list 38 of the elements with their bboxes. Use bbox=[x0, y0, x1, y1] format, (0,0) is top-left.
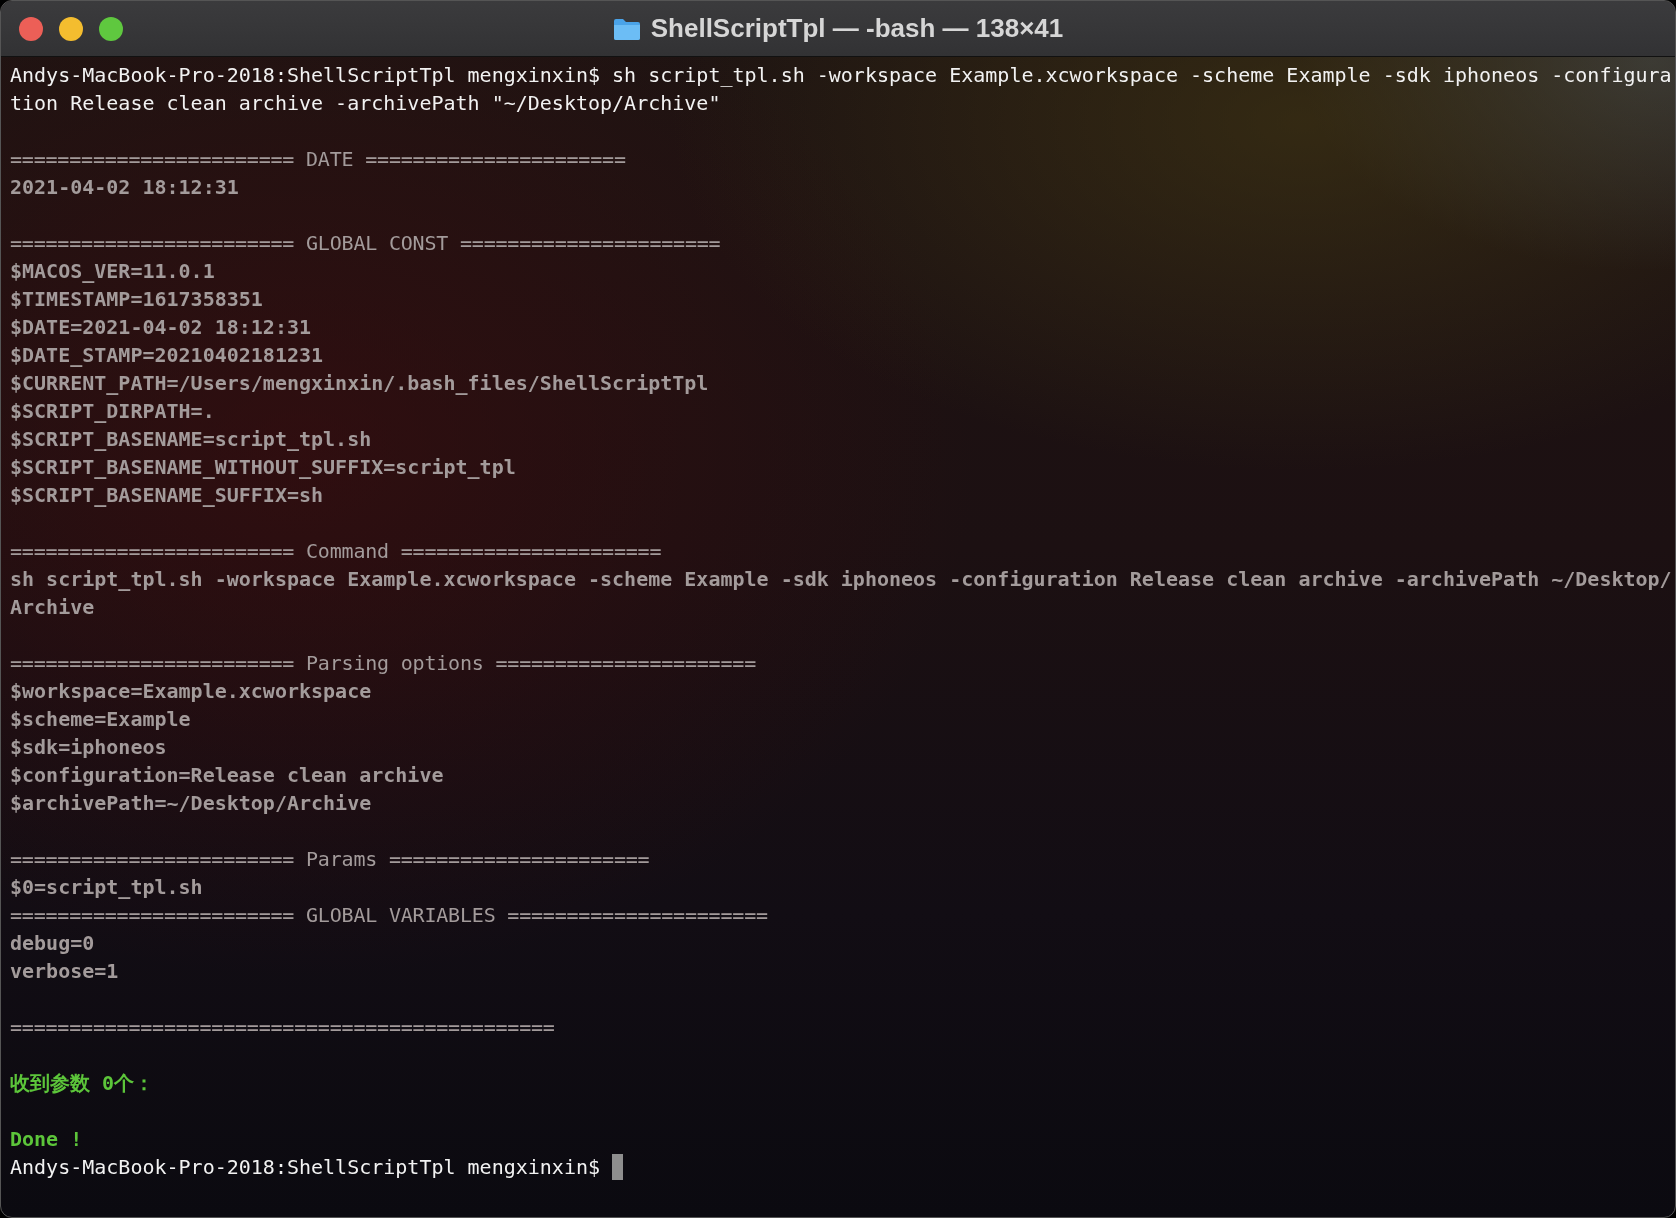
output-line: $SCRIPT_BASENAME_SUFFIX=sh bbox=[10, 482, 324, 509]
separator-line: ======================== Params ====================== bbox=[10, 846, 650, 873]
output-line: $CURRENT_PATH=/Users/mengxinxin/.bash_files/ShellScriptTpl bbox=[10, 370, 709, 397]
success-message: Done ! bbox=[10, 1126, 83, 1153]
success-message: 收到参数 0个： bbox=[10, 1070, 155, 1097]
output-line: $MACOS_VER=11.0.1 bbox=[10, 258, 215, 285]
output-line: $DATE_STAMP=20210402181231 bbox=[10, 342, 324, 369]
separator-line: ======================== GLOBAL CONST ====================== bbox=[10, 230, 721, 257]
output-line: $DATE=2021-04-02 18:12:31 bbox=[10, 314, 312, 341]
output-line: $sdk=iphoneos bbox=[10, 734, 167, 761]
zoom-button[interactable] bbox=[99, 17, 123, 41]
output-line: $SCRIPT_DIRPATH=. bbox=[10, 398, 215, 425]
output-line: sh script_tpl.sh -workspace Example.xcworkspace -scheme Example -sdk iphoneos -configuration Release clean archive -archivePath ~/Desktop/ bbox=[10, 566, 1672, 593]
output-line: 2021-04-02 18:12:31 bbox=[10, 174, 239, 201]
command-line: Andys-MacBook-Pro-2018:ShellScriptTpl mengxinxin$ sh script_tpl.sh -workspace Example.xcworkspace -scheme Example -sdk iphoneos -configura bbox=[10, 62, 1672, 89]
close-button[interactable] bbox=[19, 17, 43, 41]
output-line: $SCRIPT_BASENAME_WITHOUT_SUFFIX=script_tpl bbox=[10, 454, 516, 481]
separator-line: ======================== DATE ====================== bbox=[10, 146, 626, 173]
folder-icon bbox=[612, 16, 641, 41]
separator-line: ======================== Command ====================== bbox=[10, 538, 662, 565]
separator-line: ============================================== bbox=[10, 1014, 555, 1041]
output-line: $TIMESTAMP=1617358351 bbox=[10, 286, 263, 313]
output-line: $0=script_tpl.sh bbox=[10, 874, 203, 901]
separator-line: ======================== GLOBAL VARIABLES ====================== bbox=[10, 902, 768, 929]
command-line: tion Release clean archive -archivePath "~/Desktop/Archive" bbox=[10, 90, 721, 117]
output-line: $workspace=Example.xcworkspace bbox=[10, 678, 372, 705]
separator-line: ======================== Parsing options ====================== bbox=[10, 650, 756, 677]
output-line: Archive bbox=[10, 594, 95, 621]
output-line: $scheme=Example bbox=[10, 706, 191, 733]
output-line: $SCRIPT_BASENAME=script_tpl.sh bbox=[10, 426, 372, 453]
output-line: $archivePath=~/Desktop/Archive bbox=[10, 790, 372, 817]
window-title: ShellScriptTpl — -bash — 138×41 bbox=[650, 13, 1064, 44]
output-line: $configuration=Release clean archive bbox=[10, 762, 444, 789]
cursor bbox=[612, 1154, 623, 1180]
prompt-text: Andys-MacBook-Pro-2018:ShellScriptTpl mengxinxin$ bbox=[10, 1154, 600, 1181]
output-line: debug=0 bbox=[10, 930, 95, 957]
output-line: verbose=1 bbox=[10, 958, 119, 985]
minimize-button[interactable] bbox=[59, 17, 83, 41]
